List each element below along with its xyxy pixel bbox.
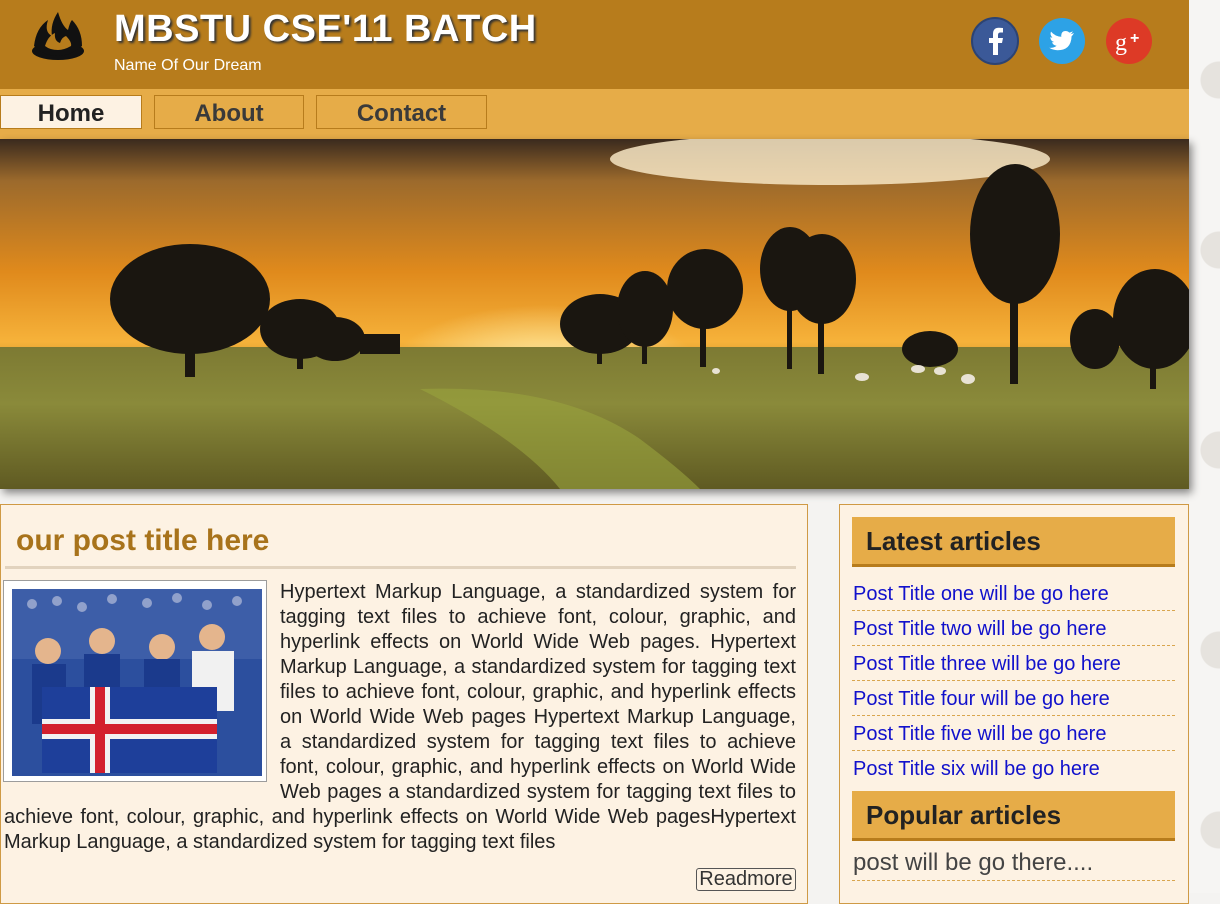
list-item: Post Title four will be go here: [852, 681, 1175, 716]
latest-article-link[interactable]: Post Title three will be go here: [853, 653, 1121, 675]
latest-article-link[interactable]: Post Title four will be go here: [853, 688, 1110, 710]
list-item: Post Title two will be go here: [852, 611, 1175, 646]
nav-home[interactable]: Home: [0, 95, 142, 129]
post-title[interactable]: our post title here: [16, 524, 269, 558]
site-header: MBSTU CSE'11 BATCH Name Of Our Dream g +: [0, 0, 1189, 89]
list-item: Post Title three will be go here: [852, 646, 1175, 681]
background-pattern: [1189, 0, 1220, 893]
google-plus-icon[interactable]: g +: [1105, 17, 1153, 65]
post-article: our post title here Hypertext Markup Lan…: [0, 504, 808, 904]
flame-logo-icon[interactable]: [28, 6, 88, 64]
svg-text:+: +: [1130, 30, 1139, 47]
nav-contact[interactable]: Contact: [316, 95, 487, 129]
page: MBSTU CSE'11 BATCH Name Of Our Dream g +: [0, 0, 1189, 904]
svg-text:g: g: [1115, 30, 1127, 56]
hero-banner: [0, 139, 1189, 489]
main-nav: Home About Contact: [0, 89, 1189, 139]
team-with-flag-photo: [12, 589, 262, 776]
readmore-button[interactable]: Readmore: [696, 868, 796, 891]
popular-articles-heading: Popular articles: [852, 791, 1175, 841]
post-image: [3, 580, 267, 782]
latest-article-link[interactable]: Post Title six will be go here: [853, 758, 1100, 780]
latest-articles-heading: Latest articles: [852, 517, 1175, 567]
sidebar: Latest articles Post Title one will be g…: [839, 504, 1189, 904]
nav-about[interactable]: About: [154, 95, 304, 129]
latest-article-link[interactable]: Post Title five will be go here: [853, 723, 1106, 745]
latest-articles-list: Post Title one will be go here Post Titl…: [852, 576, 1175, 786]
sunset-field-photo: [0, 139, 1189, 489]
title-divider: [5, 566, 796, 569]
list-item: Post Title five will be go here: [852, 716, 1175, 751]
list-item: Post Title six will be go here: [852, 751, 1175, 786]
twitter-icon[interactable]: [1038, 17, 1086, 65]
popular-article-item[interactable]: post will be go there....: [852, 845, 1175, 881]
facebook-icon[interactable]: [971, 17, 1019, 65]
latest-article-link[interactable]: Post Title one will be go here: [853, 583, 1109, 605]
list-item: Post Title one will be go here: [852, 576, 1175, 611]
site-title: MBSTU CSE'11 BATCH: [114, 8, 537, 50]
latest-article-link[interactable]: Post Title two will be go here: [853, 618, 1106, 640]
site-subtitle: Name Of Our Dream: [114, 57, 262, 74]
